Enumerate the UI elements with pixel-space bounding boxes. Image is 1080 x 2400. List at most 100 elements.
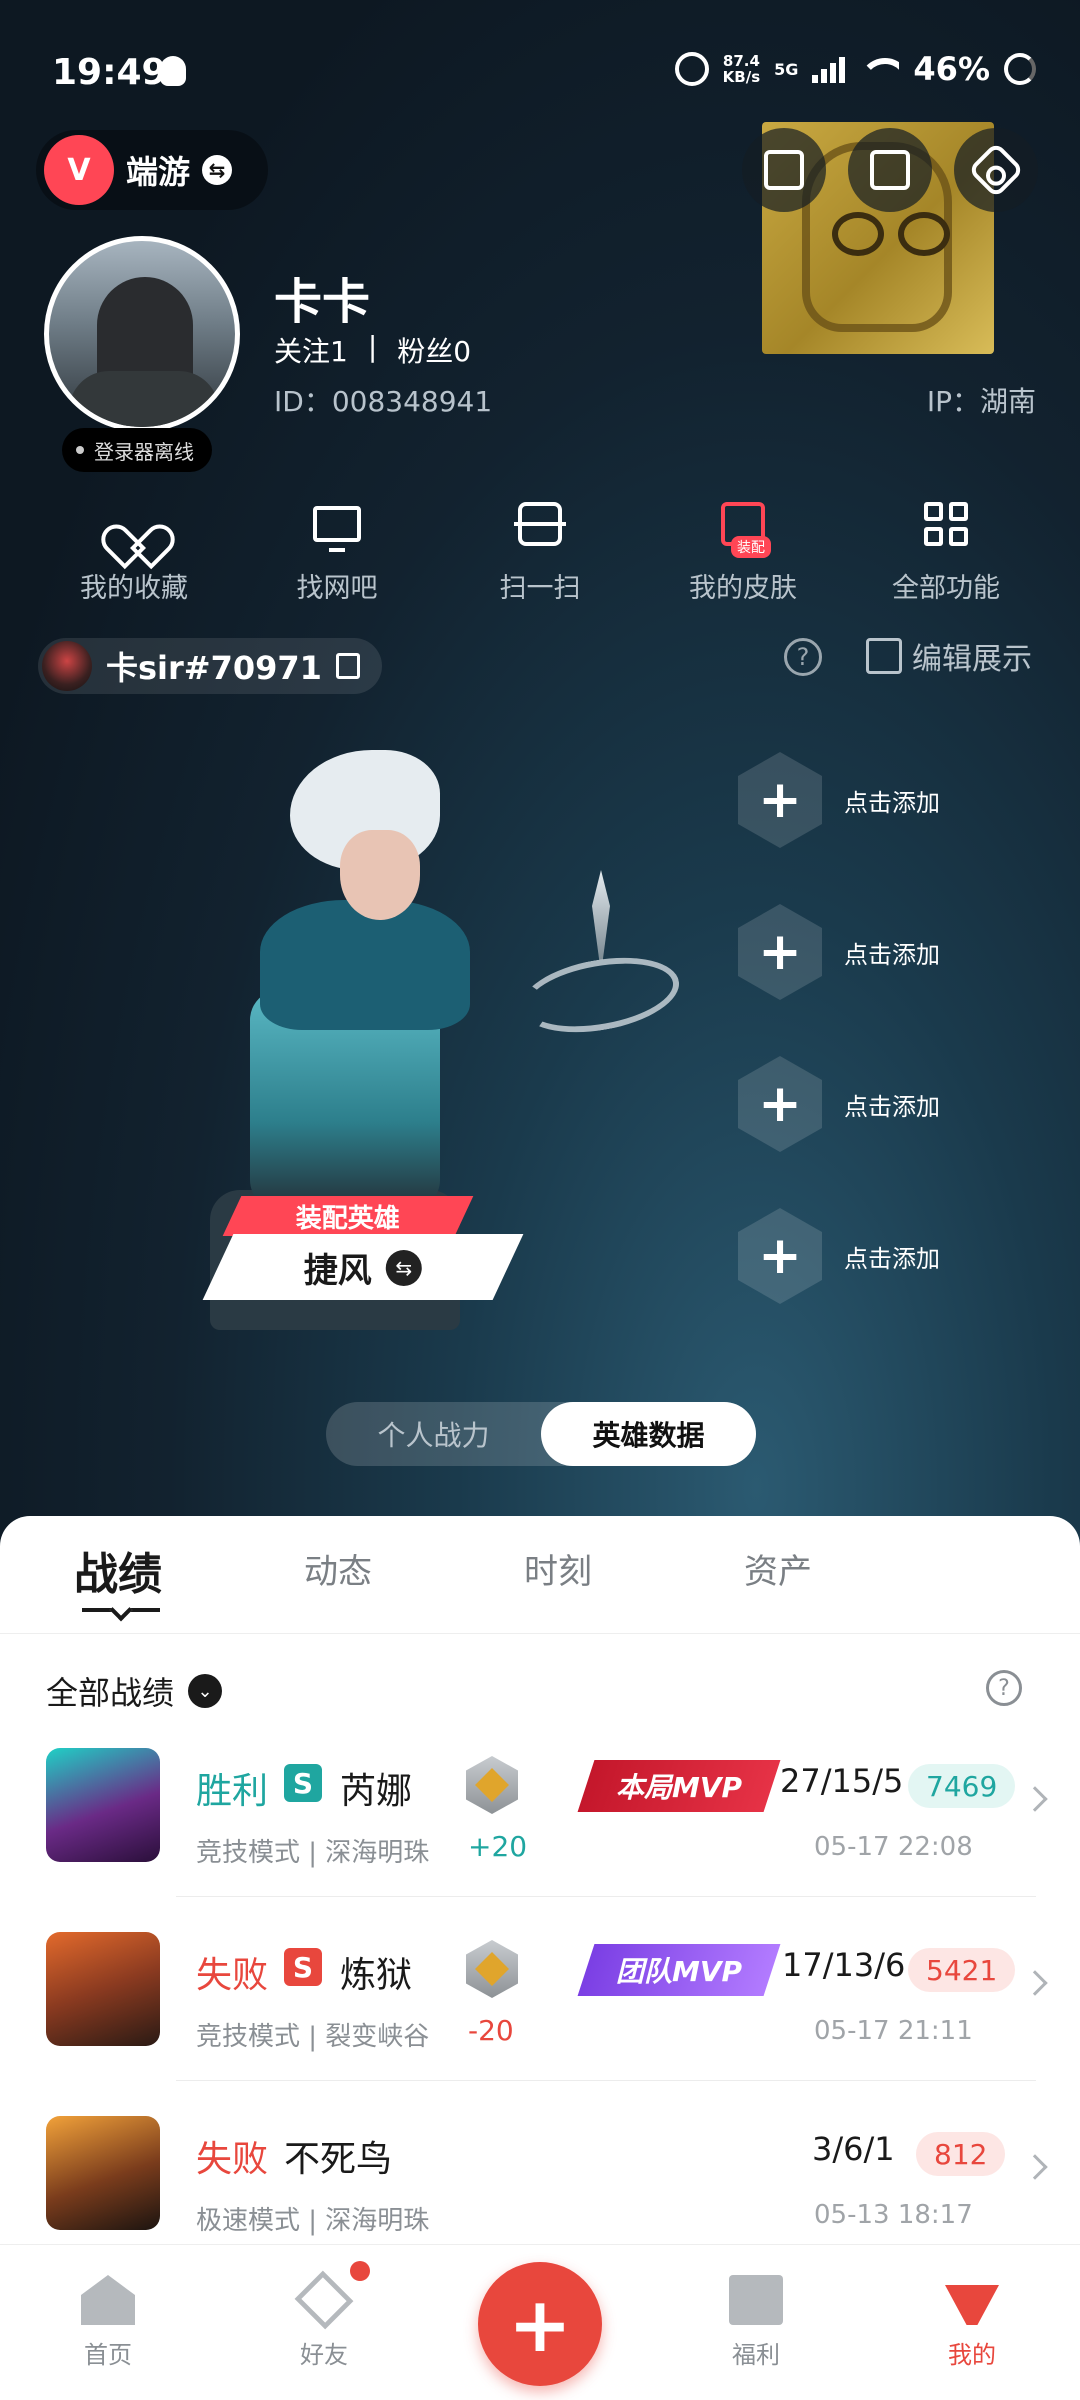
stats-toggle: 个人战力 英雄数据 <box>326 1402 756 1466</box>
kda: 3/6/1 <box>812 2130 895 2168</box>
copy-icon[interactable] <box>335 653 360 679</box>
riot-avatar <box>42 641 92 691</box>
my-skins-button[interactable]: 装配 我的皮肤 <box>653 496 833 605</box>
tab-records[interactable]: 战绩 <box>74 1538 162 1602</box>
toggle-personal-power[interactable]: 个人战力 <box>326 1402 541 1466</box>
mode-map: 竞技模式 | 裂变峡谷 <box>196 2022 430 2052</box>
match-result: 胜利 <box>196 1771 269 1812</box>
riot-id-chip[interactable]: 卡sir#70971 <box>38 638 382 694</box>
add-slot-3[interactable]: + 点击添加 <box>738 1056 940 1152</box>
match-result: 失败 <box>196 1955 269 1996</box>
hero-name-plate[interactable]: 捷风 ⇆ <box>202 1234 524 1300</box>
plus-icon: + <box>738 752 822 848</box>
chevron-right-icon <box>1022 1970 1048 1996</box>
user-id: ID：008348941 <box>274 385 493 418</box>
rank-tier-icon <box>466 1756 518 1814</box>
nav-me[interactable]: 我的 <box>902 2275 1042 2370</box>
hero-name: 捷风 <box>304 1250 372 1291</box>
battery-level: 46% <box>913 50 990 88</box>
active-tab-indicator <box>82 1608 160 1612</box>
chevron-down-icon: ⌄ <box>188 1674 223 1708</box>
plus-icon: + <box>738 904 822 1000</box>
divider <box>176 2080 1036 2081</box>
match-time: 05-17 22:08 <box>814 1832 973 1862</box>
gift-icon <box>729 2275 783 2325</box>
stats-separator: | <box>367 330 378 363</box>
add-frame-icon <box>764 150 804 190</box>
match-result: 失败 <box>196 2139 269 2180</box>
kda: 17/13/6 <box>782 1946 906 1984</box>
add-frame-button[interactable] <box>742 128 826 212</box>
grid-icon <box>924 502 968 546</box>
find-net-cafe-button[interactable]: 找网吧 <box>247 496 427 605</box>
scan-button[interactable]: 扫一扫 <box>450 496 630 605</box>
plus-icon: + <box>738 1208 822 1304</box>
nav-welfare[interactable]: 福利 <box>686 2275 826 2370</box>
equipped-hero-tag: 装配英雄 <box>222 1196 474 1236</box>
toggle-hero-data[interactable]: 英雄数据 <box>541 1402 756 1466</box>
game-switcher[interactable]: V 端游 ⇆ <box>36 130 268 210</box>
agent-avatar <box>46 1748 160 1862</box>
heart-icon <box>114 506 154 542</box>
share-button[interactable] <box>848 128 932 212</box>
login-status-text: 登录器离线 <box>94 439 194 464</box>
avatar[interactable] <box>44 236 240 432</box>
content-tabs: 战绩 动态 时刻 资产 <box>0 1516 1080 1634</box>
edit-display-button[interactable]: 编辑展示 <box>866 634 1032 678</box>
share-icon <box>870 150 910 190</box>
fans[interactable]: 粉丝0 <box>397 330 471 370</box>
add-slot-2[interactable]: + 点击添加 <box>738 904 940 1000</box>
combat-score: 5421 <box>908 1948 1016 1992</box>
scan-icon <box>514 502 566 546</box>
clock: 19:49 <box>52 52 167 93</box>
records-filter[interactable]: 全部战绩 ⌄ <box>46 1668 223 1714</box>
mode-map: 竞技模式 | 深海明珠 <box>196 1838 430 1868</box>
tab-assets[interactable]: 资产 <box>744 1544 812 1593</box>
divider <box>176 1896 1036 1897</box>
ip-location: IP：湖南 <box>926 385 1036 418</box>
game-name: 端游 <box>126 153 191 191</box>
agent-avatar <box>46 1932 160 2046</box>
net-speed: 87.4 KB/s <box>722 52 761 86</box>
favorites-button[interactable]: 我的收藏 <box>44 496 224 605</box>
nav-friends[interactable]: 好友 <box>254 2270 394 2370</box>
riot-id-text: 卡sir#70971 <box>106 649 322 687</box>
wind-swirl <box>515 946 685 1044</box>
add-slot-1[interactable]: + 点击添加 <box>738 752 940 848</box>
create-post-button[interactable]: + <box>478 2262 602 2386</box>
settings-icon <box>967 141 1025 199</box>
combat-score: 812 <box>916 2132 1006 2176</box>
swap-hero-icon[interactable]: ⇆ <box>386 1249 422 1285</box>
valorant-logo-icon: V <box>44 135 114 205</box>
notification-dot <box>350 2261 370 2281</box>
match-time: 05-17 21:11 <box>814 2016 973 2046</box>
swap-icon: ⇆ <box>202 155 233 185</box>
monitor-icon <box>313 506 361 552</box>
status-icons: 87.4 KB/s 5G 46% <box>674 50 1036 88</box>
records-help-icon[interactable]: ? <box>986 1670 1022 1706</box>
add-slot-4[interactable]: + 点击添加 <box>738 1208 940 1304</box>
login-status-badge: 登录器离线 <box>62 428 212 472</box>
match-row[interactable]: 胜利 S 芮娜 竞技模式 | 深海明珠 +20 本局MVP 27/15/5 74… <box>0 1748 1080 1932</box>
help-icon[interactable]: ? <box>784 638 822 676</box>
rank-badge: S <box>284 1948 322 1986</box>
home-icon <box>81 2275 135 2325</box>
agent-avatar <box>46 2116 160 2230</box>
profile-screen: 19:49 87.4 KB/s 5G 46% V 端游 ⇆ 登录器离线 卡卡 关… <box>0 0 1080 2400</box>
settings-button[interactable] <box>954 128 1038 212</box>
nav-home[interactable]: 首页 <box>38 2275 178 2370</box>
all-features-button[interactable]: 全部功能 <box>856 496 1036 605</box>
plus-icon: + <box>738 1056 822 1152</box>
status-dot-icon <box>76 446 84 454</box>
match-row[interactable]: 失败 S 炼狱 竞技模式 | 裂变峡谷 -20 团队MVP 17/13/6 54… <box>0 1932 1080 2116</box>
chevron-right-icon <box>1022 1786 1048 1812</box>
kunai-icon <box>592 870 610 960</box>
following[interactable]: 关注1 <box>274 330 348 370</box>
tab-feed[interactable]: 动态 <box>304 1544 372 1593</box>
wifi-icon <box>859 54 900 84</box>
quick-actions: 我的收藏 找网吧 扫一扫 装配 我的皮肤 全部功能 <box>44 496 1036 605</box>
tab-moments[interactable]: 时刻 <box>524 1544 592 1593</box>
username: 卡卡 <box>274 274 371 330</box>
kda: 27/15/5 <box>780 1762 904 1800</box>
equip-badge: 装配 <box>731 536 771 558</box>
